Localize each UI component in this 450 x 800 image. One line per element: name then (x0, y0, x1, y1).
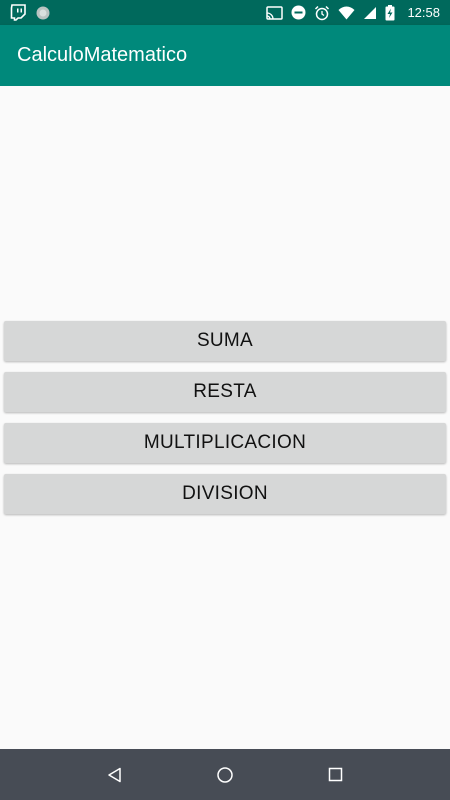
app-bar: CalculoMatematico (0, 25, 450, 86)
operations-button-group: SUMA RESTA MULTIPLICACION DIVISION (4, 321, 446, 525)
navigation-bar (0, 749, 450, 800)
recents-icon[interactable] (315, 755, 355, 795)
home-icon[interactable] (205, 755, 245, 795)
twitch-icon (10, 4, 27, 21)
back-icon[interactable] (95, 755, 135, 795)
status-left (10, 4, 50, 21)
cast-icon (266, 5, 284, 20)
battery-charging-icon (385, 4, 395, 21)
main-content: SUMA RESTA MULTIPLICACION DIVISION (0, 86, 450, 749)
alarm-icon (314, 5, 330, 21)
do-not-disturb-icon (291, 5, 306, 20)
signal-icon (363, 6, 377, 20)
status-bar: 12:58 (0, 0, 450, 25)
suma-button[interactable]: SUMA (4, 321, 446, 361)
resta-button[interactable]: RESTA (4, 372, 446, 412)
status-time: 12:58 (407, 5, 440, 20)
app-title: CalculoMatematico (17, 44, 188, 66)
circle-notification-icon (36, 6, 50, 20)
division-button[interactable]: DIVISION (4, 474, 446, 514)
status-right: 12:58 (266, 4, 440, 21)
wifi-icon (338, 6, 355, 20)
multiplicacion-button[interactable]: MULTIPLICACION (4, 423, 446, 463)
